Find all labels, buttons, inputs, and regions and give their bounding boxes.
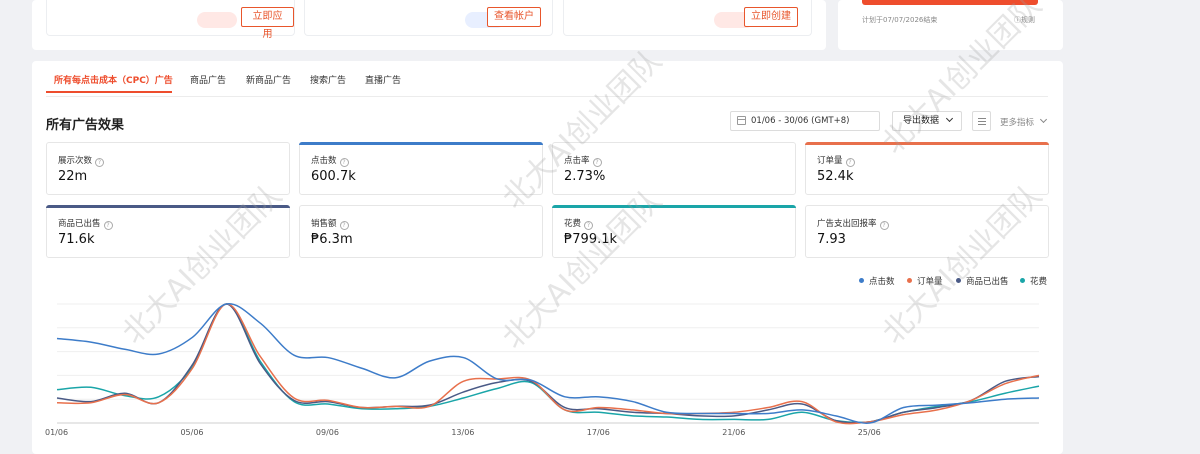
x-tick-label: 25/06 [858, 428, 881, 437]
ads-performance-panel: 所有每点击成本（CPC）广告 商品广告 新商品广告 搜索广告 直播广告 所有广告… [32, 61, 1063, 454]
x-tick-label: 05/06 [180, 428, 203, 437]
promo-card-3: 立即创建 [563, 0, 812, 36]
plan-card [838, 0, 1063, 50]
performance-line-chart: 01/06 05/06 09/06 13/06 17/06 21/06 25/06 [45, 303, 1040, 437]
plan-end-note: 计划于07/07/2026结束 [862, 16, 938, 24]
create-now-button[interactable]: 立即创建 [744, 7, 798, 27]
rules-link[interactable]: ⓘ规则 [1014, 15, 1035, 25]
plan-action-button[interactable] [862, 0, 1038, 5]
series-line-2 [56, 303, 1040, 424]
rules-label: 规则 [1021, 16, 1035, 24]
promo-card-1: 立即应用 [46, 0, 295, 40]
series-line-3 [56, 303, 1040, 424]
apply-now-button[interactable]: 立即应用 [241, 7, 294, 40]
x-tick-label: 21/06 [722, 428, 745, 437]
x-tick-label: 17/06 [587, 428, 610, 437]
top-cards-panel: 立即应用 查看帐户 立即创建 [32, 0, 826, 50]
info-icon: ⓘ [1014, 16, 1021, 24]
x-tick-label: 01/06 [45, 428, 68, 437]
x-tick-label: 13/06 [451, 428, 474, 437]
promo-card-2: 查看帐户 [304, 0, 553, 36]
promo-illustration [197, 12, 237, 28]
series-line-0 [56, 303, 1040, 424]
view-account-button[interactable]: 查看帐户 [487, 7, 541, 27]
x-tick-label: 09/06 [316, 428, 339, 437]
series-line-1 [56, 303, 1040, 425]
